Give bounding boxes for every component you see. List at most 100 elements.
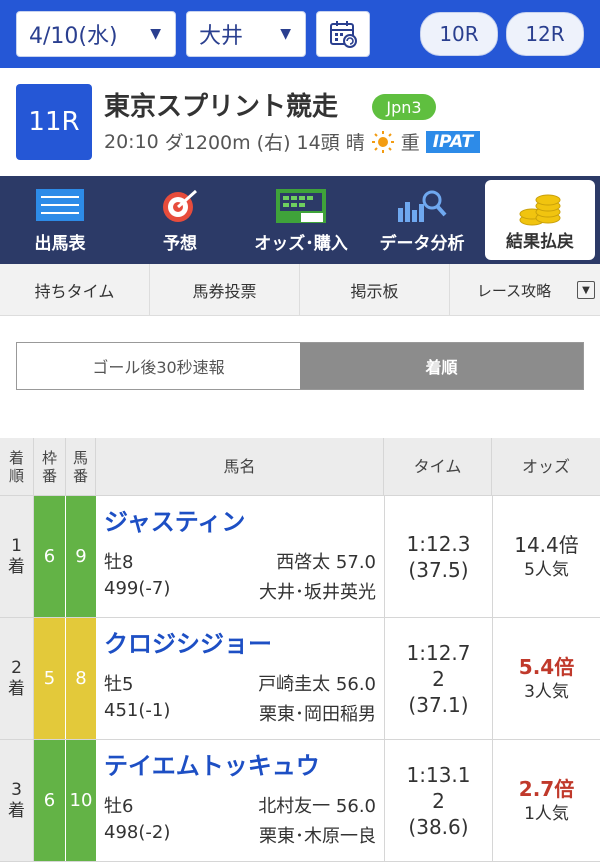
subnav-betting[interactable]: 馬券投票 xyxy=(150,264,300,316)
entry-table-icon xyxy=(36,189,84,221)
calendar-icon xyxy=(330,21,357,48)
header-rank: 着順 xyxy=(0,438,34,496)
prev-race-button[interactable]: 10R xyxy=(420,12,498,56)
trainer[interactable]: 大井･坂井英光 xyxy=(259,578,376,604)
time-cell: 1:12.7 2 (37.1) xyxy=(384,618,492,739)
track-condition: 重 xyxy=(400,132,420,154)
header-horse-name: 馬名 xyxy=(96,438,384,496)
horse-name-link[interactable]: クロジシジョー xyxy=(104,624,272,659)
nav-prediction-label: 予想 xyxy=(163,234,197,254)
table-row[interactable]: 2 着 5 8 クロジシジョー 牡5 戸崎圭太 56.0 451(-1) 栗東･岡田稲男 1:12… xyxy=(0,618,600,740)
jockey-weight[interactable]: 西啓太 57.0 xyxy=(276,548,376,574)
toggle-quick-report[interactable]: ゴール後30秒速報 xyxy=(17,343,300,389)
time-cell: 1:12.3 (37.5) xyxy=(384,496,492,617)
result-mode-toggle: ゴール後30秒速報 着順 xyxy=(16,342,584,390)
odds-cell: 2.7倍 1人気 xyxy=(492,740,600,861)
race-course: ダ1200m (右) xyxy=(164,132,291,154)
nav-data-analysis-label: データ分析 xyxy=(379,234,465,254)
grade-badge: Jpn3 xyxy=(372,94,436,120)
date-select-value: 4/10(水) xyxy=(29,24,118,49)
target-icon xyxy=(163,189,197,222)
body-weight: 499(-7) xyxy=(104,578,171,599)
chart-magnifier-icon xyxy=(398,190,447,222)
rank-number: 1 xyxy=(11,536,22,557)
jockey-weight[interactable]: 戸崎圭太 56.0 xyxy=(258,670,376,696)
race-number-badge: 11R xyxy=(16,84,92,160)
subnav-dropdown-button[interactable]: ▼ xyxy=(577,281,595,299)
table-row[interactable]: 1 着 6 9 ジャスティン牡8 西啓太 57.0 499(-7) 大井･坂井英光 1:12.3… xyxy=(0,496,600,618)
margin: 2 xyxy=(432,666,445,691)
header-time: タイム xyxy=(384,438,492,496)
win-odds: 14.4倍 xyxy=(514,532,579,557)
waku-number: 5 xyxy=(34,618,66,739)
win-odds: 5.4倍 xyxy=(518,654,575,679)
calendar-button[interactable] xyxy=(316,11,370,57)
chevron-down-icon: ▼ xyxy=(150,26,161,42)
header-uma: 馬番 xyxy=(66,438,96,496)
race-name: 東京スプリント競走 xyxy=(104,92,339,122)
rank-number: 2 xyxy=(11,658,22,679)
ipat-badge[interactable]: IPAT xyxy=(425,130,481,153)
chevron-down-icon: ▼ xyxy=(280,26,291,42)
odds-cell: 14.4倍 5人気 xyxy=(492,496,600,617)
nav-entry-table[interactable]: 出馬表 xyxy=(0,176,120,264)
nav-prediction[interactable]: 予想 xyxy=(120,176,240,264)
finish-time: 1:12.7 xyxy=(406,640,471,665)
last-3f: (37.1) xyxy=(408,692,469,717)
horse-number: 10 xyxy=(66,740,96,861)
rank-cell: 2着 xyxy=(0,618,34,739)
odds-cell: 5.4倍 3人気 xyxy=(492,618,600,739)
popularity: 3人気 xyxy=(524,681,569,702)
main-nav: 出馬表 予想 オッズ･購入 データ分析 結果払戻 xyxy=(0,176,600,264)
odds-board-icon xyxy=(276,189,326,223)
horse-number: 8 xyxy=(66,618,96,739)
jockey-weight[interactable]: 北村友一 56.0 xyxy=(258,792,376,818)
race-conditions: 20:10 ダ1200m (右) 14頭 晴 重 IPAT xyxy=(104,128,481,155)
nav-odds-purchase-label: オッズ･購入 xyxy=(254,234,348,254)
toggle-finish-order[interactable]: 着順 xyxy=(300,343,583,389)
waku-number: 6 xyxy=(34,740,66,861)
race-time: 20:10 xyxy=(104,130,159,153)
nav-results-payout[interactable]: 結果払戻 xyxy=(485,180,595,260)
nav-odds-purchase[interactable]: オッズ･購入 xyxy=(240,176,362,264)
subnav-race-strategy[interactable]: レース攻略 xyxy=(450,264,578,316)
trainer[interactable]: 栗東･木原一良 xyxy=(259,822,376,848)
horse-name-link[interactable]: ジャスティン xyxy=(104,502,245,537)
race-runners: 14頭 xyxy=(296,132,340,154)
margin: 2 xyxy=(432,788,445,813)
next-race-label: 12R xyxy=(525,22,565,46)
venue-select[interactable]: 大井 ▼ xyxy=(186,11,306,57)
venue-select-value: 大井 xyxy=(199,24,244,49)
subnav-hold-time[interactable]: 持ちタイム xyxy=(0,264,150,316)
race-header: 11R 東京スプリント競走 Jpn3 20:10 ダ1200m (右) 14頭 … xyxy=(0,68,600,176)
subnav-bulletin-board[interactable]: 掲示板 xyxy=(300,264,450,316)
rank-suffix: 着 xyxy=(8,678,25,699)
nav-data-analysis[interactable]: データ分析 xyxy=(362,176,482,264)
next-race-button[interactable]: 12R xyxy=(506,12,584,56)
horse-name-link[interactable]: テイエムトッキュウ xyxy=(104,746,320,781)
header-odds: オッズ xyxy=(492,438,600,496)
sub-nav: 持ちタイム 馬券投票 掲示板 レース攻略 ▼ xyxy=(0,264,600,316)
win-odds: 2.7倍 xyxy=(518,776,575,801)
time-cell: 1:13.1 2 (38.6) xyxy=(384,740,492,861)
rank-suffix: 着 xyxy=(8,556,25,577)
popularity: 5人気 xyxy=(524,559,569,580)
popularity: 1人気 xyxy=(524,803,569,824)
finish-time: 1:12.3 xyxy=(406,531,471,556)
body-weight: 451(-1) xyxy=(104,700,171,721)
sex-age: 牡6 xyxy=(104,796,134,817)
horse-number: 9 xyxy=(66,496,96,617)
race-weather: 晴 xyxy=(345,132,365,154)
header-waku: 枠番 xyxy=(34,438,66,496)
rank-cell: 3着 xyxy=(0,740,34,861)
table-row[interactable]: 3 着 6 10 テイエムトッキュウ 牡6 北村友一 56.0 498(-2) 栗東･木原一良 1… xyxy=(0,740,600,862)
sex-age: 牡5 xyxy=(104,674,134,695)
date-select[interactable]: 4/10(水) ▼ xyxy=(16,11,176,57)
sex-age: 牡8 xyxy=(104,552,134,573)
coins-icon xyxy=(519,194,561,226)
waku-number: 6 xyxy=(34,496,66,617)
trainer[interactable]: 栗東･岡田稲男 xyxy=(259,700,376,726)
finish-time: 1:13.1 xyxy=(406,762,471,787)
rank-cell: 1着 xyxy=(0,496,34,617)
triangle-down-icon: ▼ xyxy=(582,284,590,296)
